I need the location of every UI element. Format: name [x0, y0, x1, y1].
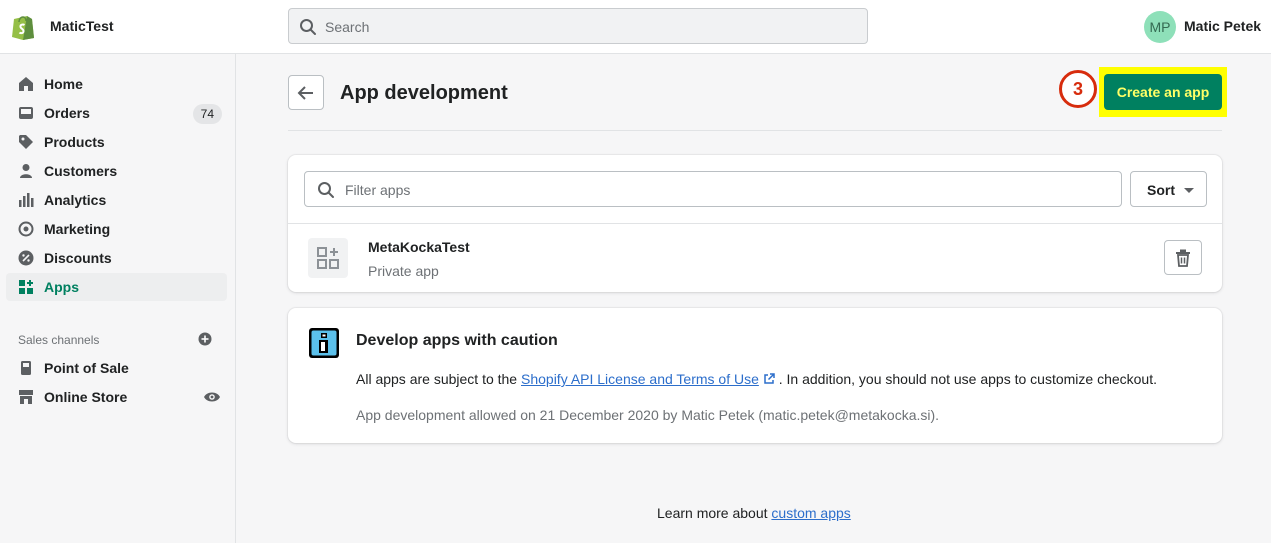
- pos-icon: [21, 361, 31, 375]
- orders-count-badge: 74: [192, 104, 222, 124]
- caution-body: All apps are subject to the Shopify API …: [356, 371, 1157, 387]
- delete-app-button[interactable]: [1164, 240, 1202, 275]
- filter-placeholder: Filter apps: [345, 182, 411, 198]
- sidebar-item-customers[interactable]: Customers: [6, 157, 227, 185]
- sidebar-item-label: Home: [44, 76, 83, 92]
- sidebar-item-orders[interactable]: Orders 74: [6, 99, 227, 127]
- sidebar-item-online-store[interactable]: Online Store: [6, 383, 227, 411]
- sidebar-item-label: Apps: [44, 279, 79, 295]
- caution-body-suffix: . In addition, you should not use apps t…: [774, 371, 1157, 387]
- apps-card: Filter apps Sort MetaKockaTest Private a…: [288, 155, 1222, 292]
- sidebar: Home Orders 74 Products Customers Analyt…: [0, 54, 236, 543]
- search-icon: [300, 19, 316, 35]
- top-bar: MaticTest Search MP Matic Petek: [0, 0, 1271, 54]
- sidebar-item-label: Discounts: [44, 250, 112, 266]
- search-bar[interactable]: Search: [288, 8, 868, 44]
- api-terms-link[interactable]: Shopify API License and Terms of Use: [521, 371, 759, 387]
- learn-more-footer: Learn more about custom apps: [657, 505, 851, 521]
- sort-button[interactable]: Sort: [1130, 171, 1207, 207]
- sidebar-item-discounts[interactable]: Discounts: [6, 244, 227, 272]
- sidebar-item-label: Analytics: [44, 192, 107, 208]
- step-marker: 3: [1059, 70, 1097, 108]
- user-name[interactable]: Matic Petek: [1184, 18, 1261, 34]
- back-button[interactable]: [288, 75, 324, 110]
- apps-icon: [19, 280, 33, 294]
- create-app-button[interactable]: Create an app: [1104, 74, 1222, 110]
- filter-apps-input[interactable]: Filter apps: [304, 171, 1122, 207]
- info-icon: [309, 328, 339, 358]
- trash-icon: [1176, 249, 1190, 267]
- learn-more-prefix: Learn more about: [657, 505, 772, 521]
- app-type: Private app: [368, 263, 439, 279]
- caution-body-prefix: All apps are subject to the: [356, 371, 521, 387]
- custom-apps-link[interactable]: custom apps: [771, 505, 850, 521]
- development-allowed-note: App development allowed on 21 December 2…: [356, 407, 940, 423]
- bar-chart-icon: [19, 193, 34, 207]
- target-icon: [18, 221, 34, 237]
- sidebar-item-marketing[interactable]: Marketing: [6, 215, 227, 243]
- sidebar-item-label: Products: [44, 134, 105, 150]
- discount-icon: [18, 250, 34, 266]
- page-title: App development: [340, 82, 508, 104]
- shopify-logo-icon[interactable]: [10, 12, 36, 40]
- app-placeholder-icon: [317, 247, 339, 269]
- arrow-left-icon: [297, 86, 313, 100]
- home-icon: [19, 77, 33, 91]
- tag-icon: [19, 135, 33, 149]
- sidebar-item-label: Orders: [44, 105, 90, 121]
- card-divider: [288, 223, 1222, 224]
- person-icon: [20, 164, 32, 178]
- sidebar-item-label: Marketing: [44, 221, 111, 237]
- header-divider: [288, 130, 1222, 131]
- app-thumbnail[interactable]: [308, 238, 348, 278]
- sidebar-item-home[interactable]: Home: [6, 70, 227, 98]
- caret-down-icon: [1184, 188, 1194, 193]
- caution-title: Develop apps with caution: [356, 332, 558, 349]
- add-channel-icon[interactable]: [198, 332, 212, 346]
- sales-channels-title: Sales channels: [18, 333, 100, 347]
- sidebar-item-analytics[interactable]: Analytics: [6, 186, 227, 214]
- sidebar-item-point-of-sale[interactable]: Point of Sale: [6, 354, 227, 382]
- sidebar-item-products[interactable]: Products: [6, 128, 227, 156]
- sidebar-item-label: Point of Sale: [44, 360, 129, 376]
- search-icon: [318, 182, 334, 198]
- sidebar-item-label: Customers: [44, 163, 118, 179]
- orders-icon: [19, 107, 33, 119]
- avatar[interactable]: MP: [1144, 11, 1176, 43]
- app-name[interactable]: MetaKockaTest: [368, 239, 470, 255]
- store-name[interactable]: MaticTest: [50, 18, 114, 34]
- caution-card: Develop apps with caution All apps are s…: [288, 308, 1222, 443]
- sidebar-item-label: Online Store: [44, 389, 128, 405]
- store-icon: [19, 390, 33, 404]
- external-link-icon[interactable]: [763, 373, 775, 385]
- sidebar-item-apps[interactable]: Apps: [6, 273, 227, 301]
- sort-label: Sort: [1147, 182, 1175, 198]
- eye-icon[interactable]: [203, 389, 221, 405]
- search-placeholder: Search: [325, 19, 370, 35]
